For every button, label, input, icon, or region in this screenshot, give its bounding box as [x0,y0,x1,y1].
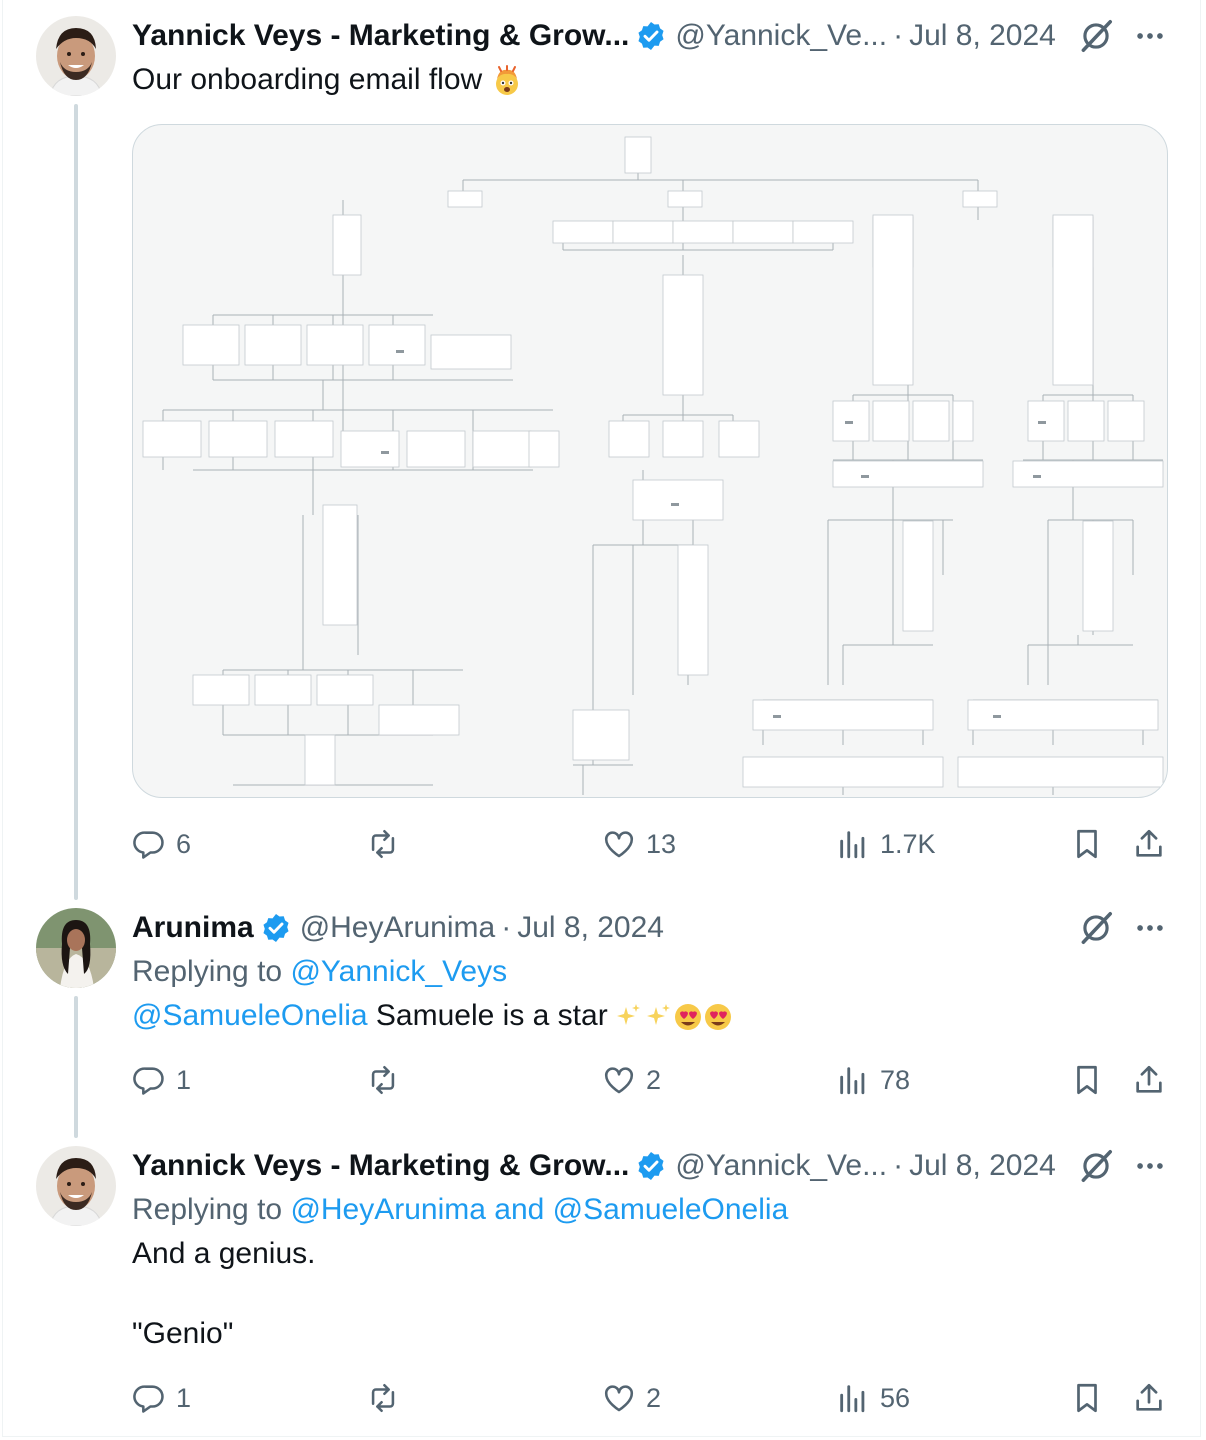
views-count: 78 [880,1064,911,1095]
author-handle[interactable]: @Yannick_Ve... [675,1149,887,1183]
post-actions: 1 2 78 [132,1058,1172,1102]
post-header: Yannick Veys - Marketing & Grow... @Yann… [132,1146,1056,1186]
grok-icon[interactable] [1077,17,1115,55]
author-name[interactable]: Yannick Veys - Marketing & Grow... [132,19,629,53]
post-media-image[interactable] [132,124,1168,798]
replying-to-label: Replying to [132,1193,283,1226]
post-date[interactable]: Jul 8, 2024 [517,911,664,945]
replying-to-line: Replying to @Yannick_Veys [132,952,507,992]
flow-diagram-image [142,136,1164,795]
post-text: Our onboarding email flow [132,60,523,100]
post-text-content: Samuele is a star [375,999,608,1032]
thread-connector [74,104,78,900]
share-icon [1136,1383,1162,1411]
avatar[interactable] [36,1146,116,1226]
reply-icon [133,1385,164,1413]
like-button[interactable]: 2 [602,1058,661,1102]
author-handle[interactable]: @HeyArunima [300,911,496,945]
share-icon [1136,1065,1162,1093]
post-header: Yannick Veys - Marketing & Grow... @Yann… [132,16,1056,56]
bookmark-icon [1077,829,1097,859]
bookmark-icon [1077,1065,1097,1095]
post-date[interactable]: Jul 8, 2024 [909,1149,1056,1183]
share-icon [1136,829,1162,857]
repost-button[interactable] [366,1376,410,1420]
avatar-photo [36,16,116,96]
post-date[interactable]: Jul 8, 2024 [909,19,1056,53]
reply-icon [133,1067,164,1095]
like-button[interactable]: 13 [602,822,676,866]
post-text: @SamueleOnelia Samuele is a star [132,996,736,1036]
share-button[interactable] [1132,822,1166,866]
post-header: Arunima @HeyArunima · Jul 8, 2024 [132,908,664,948]
author-name[interactable]: Arunima [132,911,254,945]
like-count: 2 [646,1064,662,1095]
reply-button[interactable]: 1 [132,1058,191,1102]
views-count: 56 [880,1382,911,1413]
reply-button[interactable]: 6 [132,822,191,866]
verified-badge-icon[interactable] [635,1150,667,1182]
views-icon [840,1067,865,1095]
separator-dot: · [893,19,904,52]
avatar-photo [36,908,116,988]
share-button[interactable] [1132,1376,1166,1420]
grok-icon[interactable] [1077,909,1115,947]
reply-icon [133,831,164,859]
avatar[interactable] [36,16,116,96]
replying-to-label: Replying to [132,955,283,988]
post-text-line: "Genio" [132,1317,234,1350]
more-icon[interactable] [1133,911,1167,945]
bookmark-button[interactable] [1070,1376,1104,1420]
repost-button[interactable] [366,822,410,866]
exploding-head-emoji-icon [495,65,518,96]
like-icon [604,1067,634,1094]
replying-to-mention[interactable]: @HeyArunima and @SamueleOnelia [290,1193,788,1226]
views-count: 1.7K [880,828,936,859]
views-button[interactable]: 78 [836,1058,910,1102]
post-text-line: And a genius. [132,1237,316,1270]
bookmark-button[interactable] [1070,822,1104,866]
separator-dot: · [501,911,512,944]
more-icon[interactable] [1133,19,1167,53]
reply-count: 6 [176,828,192,859]
avatar-photo [36,1146,116,1226]
reply-button[interactable]: 1 [132,1376,191,1420]
grok-icon[interactable] [1077,1147,1115,1185]
like-button[interactable]: 2 [602,1376,661,1420]
like-count: 2 [646,1382,662,1413]
like-icon [604,831,634,858]
mention-link[interactable]: @SamueleOnelia [132,999,368,1032]
author-name[interactable]: Yannick Veys - Marketing & Grow... [132,1149,629,1183]
views-button[interactable]: 56 [836,1376,910,1420]
sparkles-heart-eyes-emoji-icon [617,1004,732,1031]
bookmark-icon [1077,1383,1097,1413]
post-actions: 6 13 1.7K [132,822,1172,866]
post-actions: 1 2 56 [132,1376,1172,1420]
reply-count: 1 [176,1064,192,1095]
share-button[interactable] [1132,1058,1166,1102]
separator-dot: · [893,1149,904,1182]
repost-icon [371,829,395,859]
like-count: 13 [646,828,677,859]
author-handle[interactable]: @Yannick_Ve... [675,19,887,53]
thread-connector [74,996,78,1138]
views-icon [840,1385,865,1413]
reply-count: 1 [176,1382,192,1413]
more-icon[interactable] [1133,1149,1167,1183]
post-text-content: Our onboarding email flow [132,63,483,96]
repost-button[interactable] [366,1058,410,1102]
replying-to-mention[interactable]: @Yannick_Veys [290,955,507,988]
verified-badge-icon[interactable] [260,912,292,944]
views-icon [840,831,865,859]
like-icon [604,1385,634,1412]
bookmark-button[interactable] [1070,1058,1104,1102]
avatar[interactable] [36,908,116,988]
repost-icon [371,1065,395,1095]
repost-icon [371,1383,395,1413]
verified-badge-icon[interactable] [635,20,667,52]
replying-to-line: Replying to @HeyArunima and @SamueleOnel… [132,1190,788,1230]
views-button[interactable]: 1.7K [836,822,936,866]
